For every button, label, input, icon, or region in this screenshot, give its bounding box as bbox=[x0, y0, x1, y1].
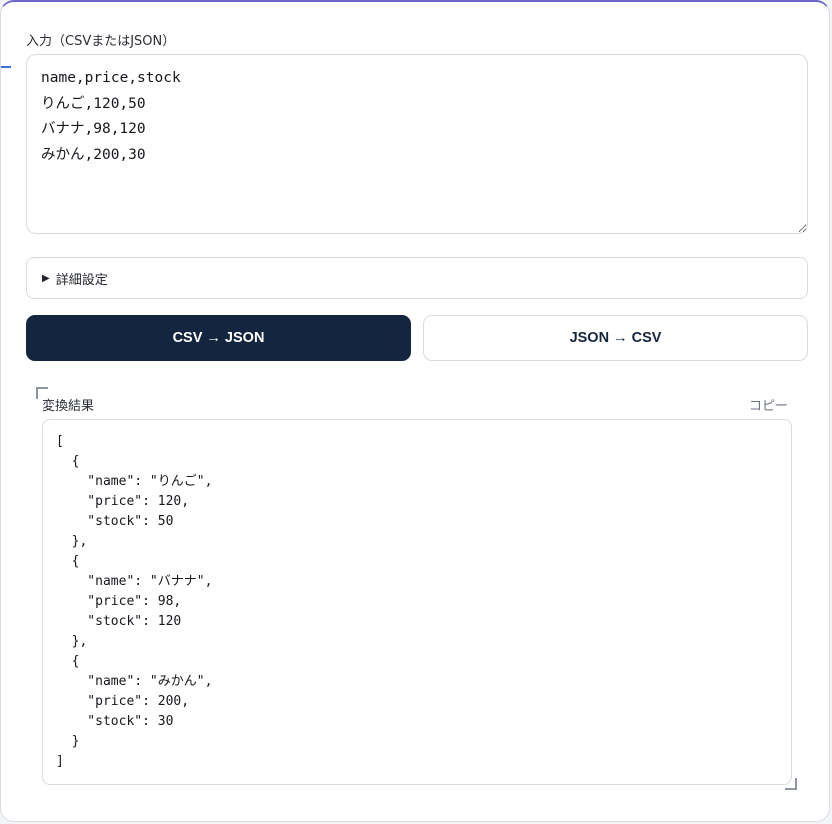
advanced-settings-toggle[interactable]: ▶ 詳細設定 bbox=[26, 257, 808, 299]
input-label: 入力（CSVまたはJSON） bbox=[26, 34, 176, 49]
csv-to-json-button[interactable]: CSV → JSON bbox=[26, 315, 411, 361]
corner-bracket-bottom-right-icon bbox=[785, 778, 797, 790]
result-label: 変換結果 bbox=[42, 399, 95, 414]
result-output: [ { "name": "りんご", "price": 120, "stock"… bbox=[42, 419, 792, 785]
copy-button[interactable]: コピー bbox=[749, 395, 788, 414]
disclosure-triangle-icon: ▶ bbox=[42, 272, 50, 284]
converter-card: 入力（CSVまたはJSON） name,price,stock りんご,120,… bbox=[0, 0, 830, 822]
input-textarea[interactable]: name,price,stock りんご,120,50 バナナ,98,120 み… bbox=[26, 54, 808, 234]
advanced-settings-label: 詳細設定 bbox=[55, 272, 108, 288]
accent-tick bbox=[1, 66, 11, 68]
json-to-csv-button[interactable]: JSON → CSV bbox=[423, 315, 808, 361]
